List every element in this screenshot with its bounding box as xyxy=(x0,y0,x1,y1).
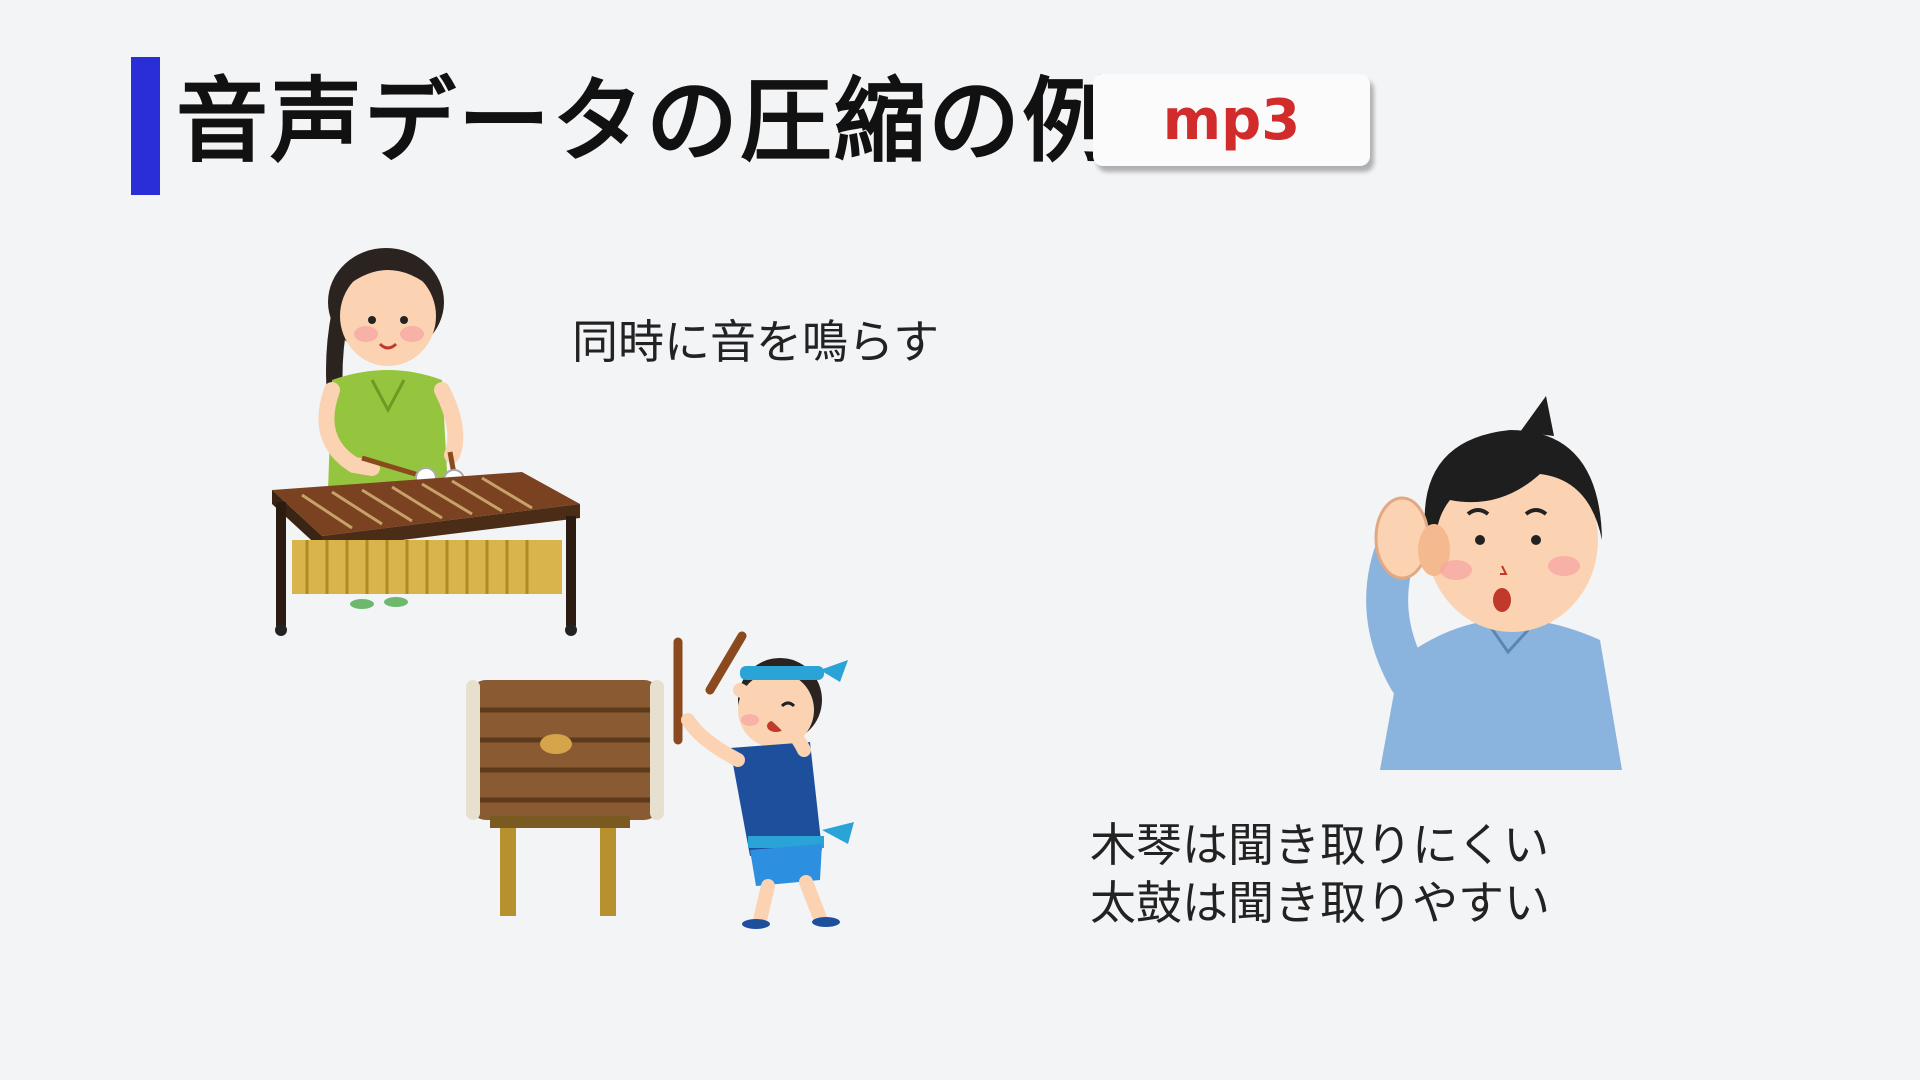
listener-illustration xyxy=(1366,396,1622,770)
caption-result-line-2: 太鼓は聞き取りやすい xyxy=(1090,876,1550,930)
caption-result: 木琴は聞き取りにくい 太鼓は聞き取りやすい xyxy=(1090,816,1550,932)
xylophone-player-illustration xyxy=(272,248,580,636)
caption-result-line-1: 木琴は聞き取りにくい xyxy=(1090,818,1550,872)
caption-simultaneous: 同時に音を鳴らす xyxy=(572,315,940,369)
slide-title: 音声データの圧縮の例 xyxy=(176,68,1117,175)
taiko-drummer-illustration xyxy=(466,631,854,929)
title-accent-bar xyxy=(131,57,160,195)
format-badge: mp3 xyxy=(1093,74,1370,166)
format-badge-label: mp3 xyxy=(1162,87,1301,153)
